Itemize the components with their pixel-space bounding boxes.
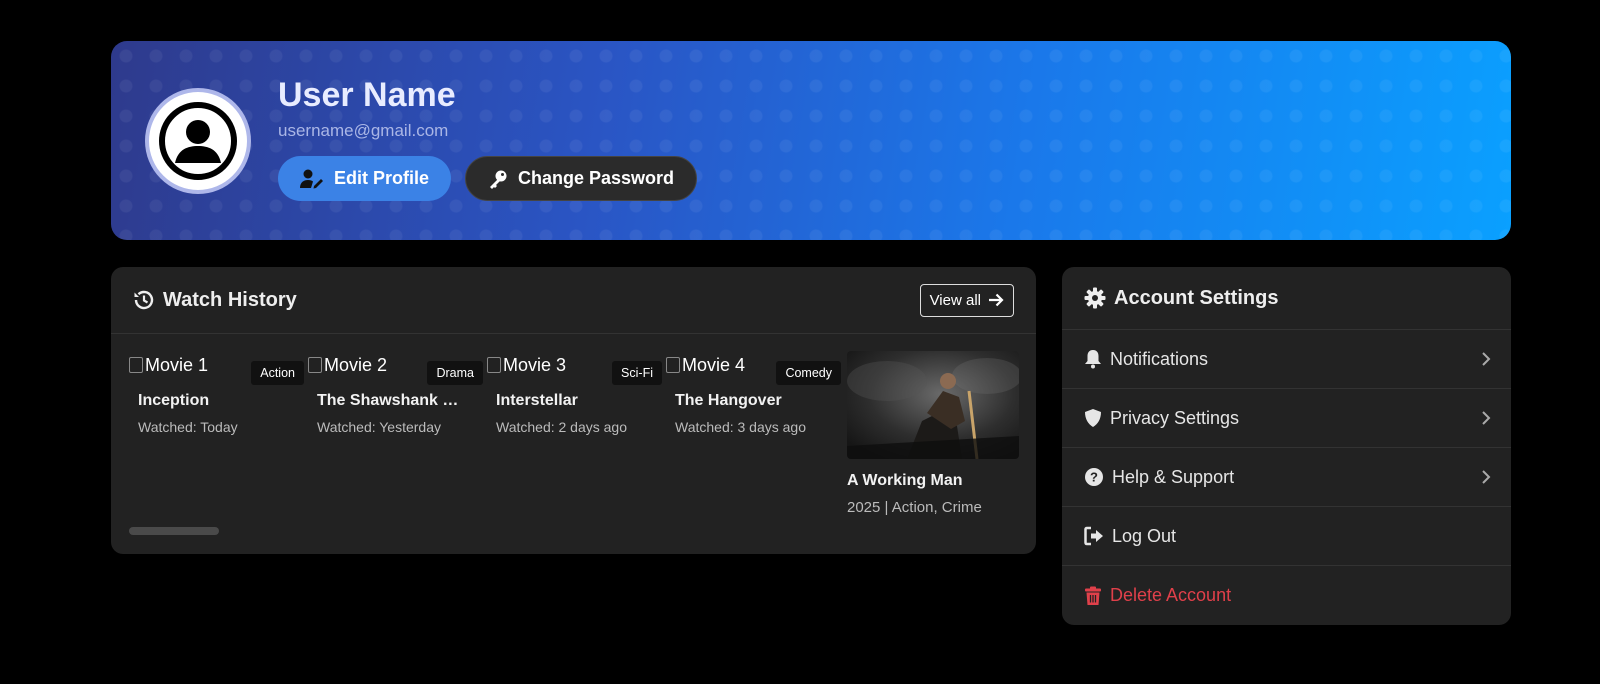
movie-card[interactable]: Movie 4 Comedy The Hangover Watched: 3 d… xyxy=(666,351,845,435)
settings-item-logout[interactable]: Log Out xyxy=(1062,507,1511,566)
movie-card[interactable]: Movie 1 Action Inception Watched: Today xyxy=(129,351,308,435)
arrow-right-icon xyxy=(989,293,1004,307)
movie-poster-image xyxy=(847,351,1019,459)
sign-out-icon xyxy=(1084,526,1103,546)
genre-badge: Action xyxy=(251,361,304,385)
account-settings-panel: Account Settings Notifications Privacy S… xyxy=(1062,267,1511,625)
settings-item-label: Log Out xyxy=(1112,525,1177,546)
shield-icon xyxy=(1085,409,1101,427)
settings-item-notifications[interactable]: Notifications xyxy=(1062,330,1511,389)
account-settings-title: Account Settings xyxy=(1114,286,1279,309)
genre-badge: Comedy xyxy=(776,361,841,385)
settings-item-label: Help & Support xyxy=(1112,466,1235,487)
user-email: username@gmail.com xyxy=(278,121,449,140)
movie-card[interactable]: Movie 2 Drama The Shawshank Re... Watche… xyxy=(308,351,487,435)
chevron-right-icon xyxy=(1482,411,1491,425)
user-name: User Name xyxy=(278,76,456,114)
watch-history-panel: Watch History View all Movie 1 Action In… xyxy=(111,267,1036,554)
chevron-right-icon xyxy=(1482,470,1491,484)
gear-icon xyxy=(1084,287,1106,309)
edit-profile-button[interactable]: Edit Profile xyxy=(278,156,452,201)
trash-icon xyxy=(1085,586,1101,605)
movie-title: Interstellar xyxy=(496,392,578,409)
settings-item-label: Notifications xyxy=(1110,348,1209,369)
view-all-label: View all xyxy=(929,291,981,309)
broken-image-icon xyxy=(129,357,143,373)
movie-poster-alt: Movie 2 xyxy=(324,354,388,375)
movie-poster-alt: Movie 3 xyxy=(503,354,567,375)
featured-movie-card[interactable]: A Working Man 2025 | Action, Crime xyxy=(847,351,1019,516)
movie-watched: Watched: Yesterday xyxy=(317,419,442,435)
edit-profile-label: Edit Profile xyxy=(334,168,430,188)
movie-title: The Shawshank Re... xyxy=(317,392,467,409)
svg-text:?: ? xyxy=(1090,470,1098,485)
movie-card[interactable]: Movie 3 Sci-Fi Interstellar Watched: 2 d… xyxy=(487,351,666,435)
settings-item-delete-account[interactable]: Delete Account xyxy=(1062,566,1511,625)
broken-image-icon xyxy=(308,357,322,373)
broken-image-icon xyxy=(487,357,501,373)
question-circle-icon: ? xyxy=(1085,468,1103,486)
genre-badge: Sci-Fi xyxy=(612,361,662,385)
user-edit-icon xyxy=(300,169,323,188)
view-all-button[interactable]: View all xyxy=(919,283,1014,317)
movie-watched: Watched: 2 days ago xyxy=(496,419,628,435)
movie-watched: Watched: 3 days ago xyxy=(675,419,807,435)
movie-title: The Hangover xyxy=(675,392,782,409)
key-icon xyxy=(490,170,507,189)
featured-movie-meta: 2025 | Action, Crime xyxy=(847,499,982,516)
chevron-right-icon xyxy=(1482,352,1491,366)
horizontal-scrollbar[interactable] xyxy=(129,527,219,535)
broken-image-icon xyxy=(666,357,680,373)
settings-item-help[interactable]: ? Help & Support xyxy=(1062,448,1511,507)
genre-badge: Drama xyxy=(427,361,483,385)
change-password-button[interactable]: Change Password xyxy=(465,156,698,201)
featured-movie-title: A Working Man xyxy=(847,472,963,489)
profile-header: User Name username@gmail.com Edit Profil… xyxy=(111,41,1511,240)
movie-poster-alt: Movie 4 xyxy=(682,354,746,375)
settings-item-label: Privacy Settings xyxy=(1110,407,1240,428)
movie-watched: Watched: Today xyxy=(138,419,238,435)
watch-history-title: Watch History xyxy=(163,288,297,311)
movie-poster-alt: Movie 1 xyxy=(145,354,209,375)
user-avatar-icon xyxy=(159,102,237,180)
history-icon xyxy=(134,290,154,310)
settings-item-label: Delete Account xyxy=(1110,585,1232,605)
movie-title: Inception xyxy=(138,392,210,409)
settings-item-privacy[interactable]: Privacy Settings xyxy=(1062,389,1511,448)
change-password-label: Change Password xyxy=(518,168,675,188)
bell-icon xyxy=(1085,350,1101,369)
avatar[interactable] xyxy=(145,88,251,194)
